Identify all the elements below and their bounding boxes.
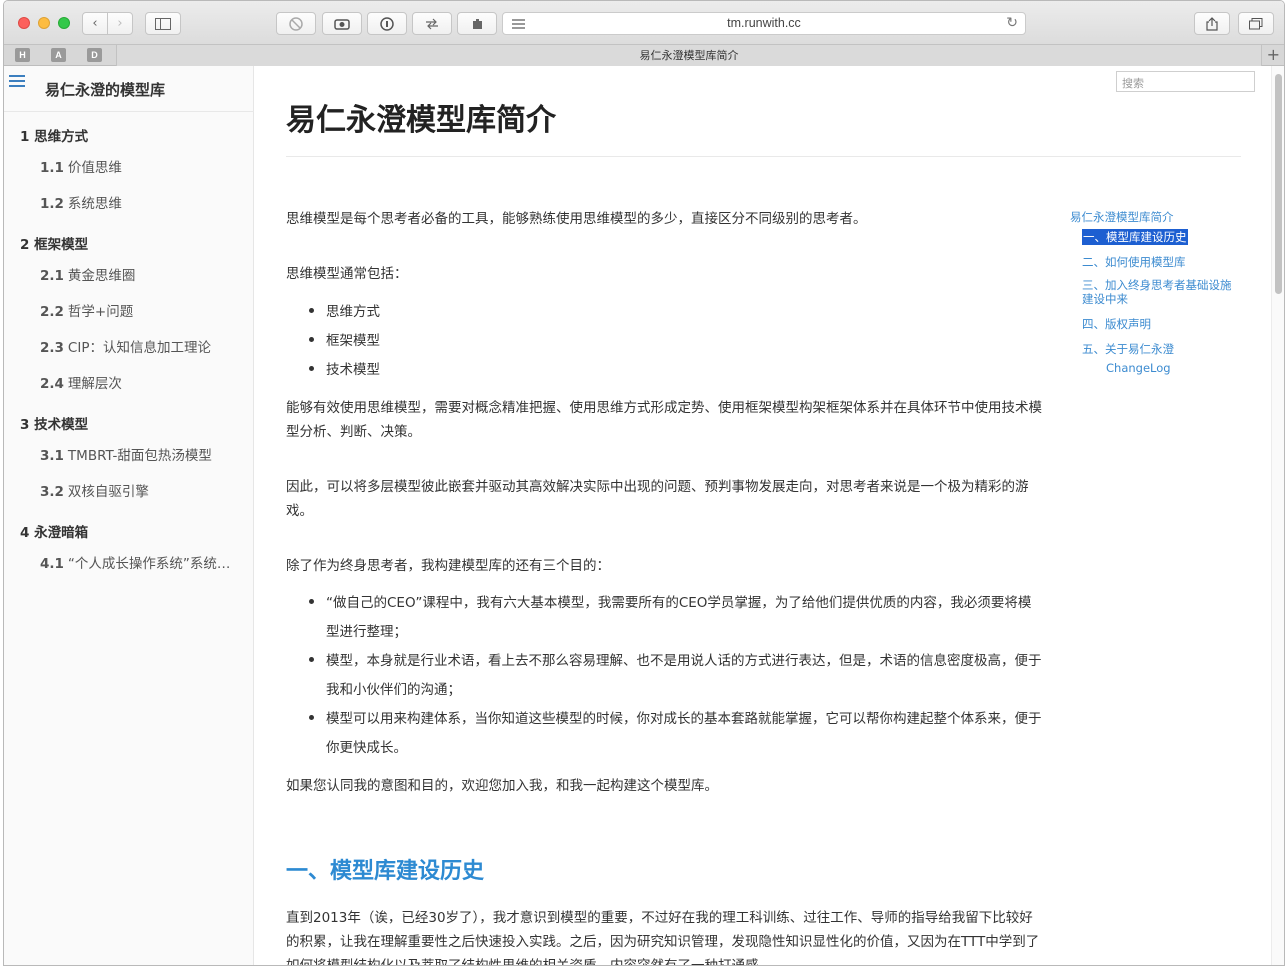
bookmark-d[interactable]: D	[87, 48, 102, 62]
list-item: 思维方式	[309, 298, 1044, 327]
paragraph-7: 直到2013年（诶，已经30岁了），我才意识到模型的重要，不过好在我的理工科训练…	[286, 910, 1040, 966]
item-label: 双核自驱引擎	[67, 484, 149, 500]
screenshot-button[interactable]	[322, 12, 362, 35]
tabs-icon	[1249, 17, 1263, 29]
toc-item-join-cont[interactable]: 建设中来	[1082, 291, 1128, 307]
info-button[interactable]	[367, 12, 407, 35]
bookmark-h[interactable]: H	[15, 48, 30, 62]
main-content: 搜索 易仁永澄模型库简介 思维模型是每个思考者必备的工具，能够熟练使用思维模型的…	[255, 66, 1274, 966]
list-item: “做自己的CEO”课程中，我有六大基本模型，我需要所有的CEO学员掌握，为了给他…	[309, 589, 1044, 647]
item-label: 理解层次	[67, 376, 122, 392]
item-number: 2.4	[40, 376, 64, 392]
zoom-window-button[interactable]	[58, 17, 70, 29]
tabs-overview-button[interactable]	[1238, 12, 1274, 35]
item-label: CIP：认知信息加工理论	[67, 340, 211, 356]
sidebar-item-4-1[interactable]: 4.1 “个人成长操作系统”系统…	[40, 552, 230, 572]
share-button[interactable]	[1194, 12, 1230, 35]
sidebar-section-1[interactable]: 1 思维方式	[20, 125, 88, 145]
toc-item-usage[interactable]: 二、如何使用模型库	[1082, 254, 1186, 270]
reload-icon[interactable]: ↻	[1006, 15, 1018, 31]
menu-icon[interactable]	[9, 75, 25, 87]
sidebar-item-3-2[interactable]: 3.2 双核自驱引擎	[40, 480, 149, 500]
info-icon	[380, 16, 394, 31]
purpose-list: “做自己的CEO”课程中，我有六大基本模型，我需要所有的CEO学员掌握，为了给他…	[309, 589, 1044, 763]
camera-icon	[334, 18, 350, 30]
sidebar-item-3-1[interactable]: 3.1 TMBRT-甜面包热汤模型	[40, 444, 212, 464]
list-item: 模型可以用来构建体系，当你知道这些模型的时候，你对成长的基本套路就能掌握，它可以…	[309, 705, 1044, 763]
browser-toolbar: ‹ › tm.runwith.cc ↻	[4, 1, 1284, 45]
share-icon	[1206, 16, 1218, 31]
sidebar-item-2-4[interactable]: 2.4 理解层次	[40, 372, 122, 392]
forward-button[interactable]: ›	[107, 12, 133, 35]
list-item: 框架模型	[309, 327, 1044, 356]
item-number: 2.1	[40, 268, 64, 284]
sidebar-icon	[155, 17, 171, 30]
sidebar-section-4[interactable]: 4 永澄暗箱	[20, 521, 88, 541]
item-number: 2.3	[40, 340, 64, 356]
page-title: 易仁永澄模型库简介	[286, 103, 556, 138]
paragraph-4: 因此，可以将多层模型彼此嵌套并驱动其高效解决实际中出现的问题、预判事物发展走向，…	[286, 479, 1029, 519]
item-label: TMBRT-甜面包热汤模型	[67, 448, 212, 464]
active-tab[interactable]: 易仁永澄模型库简介	[116, 45, 1262, 66]
transfer-button[interactable]	[412, 12, 452, 35]
extension-button[interactable]	[457, 12, 497, 35]
sidebar-toggle-button[interactable]	[145, 12, 181, 35]
item-label: 哲学+问题	[67, 304, 134, 320]
block-icon	[289, 16, 303, 31]
toc-item-changelog[interactable]: ChangeLog	[1106, 361, 1171, 375]
model-types-list: 思维方式 框架模型 技术模型	[309, 298, 1044, 385]
bookmark-a[interactable]: A	[51, 48, 66, 62]
toc-root[interactable]: 易仁永澄模型库简介	[1070, 209, 1174, 225]
item-number: 3.1	[40, 448, 64, 464]
chevron-left-icon: ‹	[92, 16, 98, 31]
sidebar-item-1-2[interactable]: 1.2 系统思维	[40, 192, 122, 212]
back-button[interactable]: ‹	[82, 12, 108, 35]
arrows-icon	[426, 18, 438, 29]
title-divider	[286, 156, 1241, 157]
sidebar-item-2-2[interactable]: 2.2 哲学+问题	[40, 300, 133, 320]
toc-item-about[interactable]: 五、关于易仁永澄	[1082, 341, 1174, 357]
item-number: 4.1	[40, 556, 64, 572]
scrollbar-thumb[interactable]	[1275, 74, 1282, 294]
new-tab-button[interactable]: +	[1267, 45, 1280, 65]
sidebar: 易仁永澄的模型库 1 思维方式 1.1 价值思维 1.2 系统思维 2 框架模型 2…	[4, 66, 254, 965]
paragraph-3: 能够有效使用思维模型，需要对概念精准把握、使用思维方式形成定势、使用框架模型构架…	[286, 400, 1042, 440]
address-bar[interactable]: tm.runwith.cc ↻	[502, 12, 1026, 35]
item-label: 黄金思维圈	[67, 268, 136, 284]
item-number: 1.2	[40, 196, 64, 212]
item-number: 2.2	[40, 304, 64, 320]
list-item: 模型，本身就是行业术语，看上去不那么容易理解、也不是用说人话的方式进行表达，但是…	[309, 647, 1044, 705]
tab-bar: H A D 易仁永澄模型库简介 +	[4, 45, 1284, 66]
sidebar-divider	[4, 111, 254, 112]
section-heading-history: 一、模型库建设历史	[286, 859, 485, 884]
paragraph-1: 思维模型是每个思考者必备的工具，能够熟练使用思维模型的多少，直接区分不同级别的思…	[286, 211, 867, 227]
sidebar-section-3[interactable]: 3 技术模型	[20, 413, 88, 433]
url-text: tm.runwith.cc	[727, 16, 801, 30]
item-label: 价值思维	[67, 160, 122, 176]
paragraph-5: 除了作为终身思考者，我构建模型库的还有三个目的：	[286, 558, 610, 574]
item-label: 系统思维	[67, 196, 122, 212]
paragraph-2: 思维模型通常包括：	[286, 266, 408, 282]
sidebar-section-2[interactable]: 2 框架模型	[20, 233, 88, 253]
paragraph-6: 如果您认同我的意图和目的，欢迎您加入我，和我一起构建这个模型库。	[286, 778, 718, 794]
toc-item-history[interactable]: 一、模型库建设历史	[1082, 229, 1188, 245]
puzzle-icon	[473, 18, 482, 29]
sidebar-item-2-1[interactable]: 2.1 黄金思维圈	[40, 264, 135, 284]
toc-item-copyright[interactable]: 四、版权声明	[1082, 316, 1151, 332]
item-label: “个人成长操作系统”系统…	[67, 556, 231, 572]
page-scrollbar[interactable]	[1271, 66, 1284, 965]
item-number: 1.1	[40, 160, 64, 176]
minimize-window-button[interactable]	[38, 17, 50, 29]
browser-window: ‹ › tm.runwith.cc ↻ H A D 易仁永澄模型库简介 + 易仁…	[3, 0, 1285, 966]
sidebar-item-1-1[interactable]: 1.1 价值思维	[40, 156, 122, 176]
chevron-right-icon: ›	[117, 16, 123, 31]
item-number: 3.2	[40, 484, 64, 500]
sidebar-item-2-3[interactable]: 2.3 CIP：认知信息加工理论	[40, 336, 211, 356]
sidebar-title[interactable]: 易仁永澄的模型库	[45, 79, 165, 100]
search-input[interactable]: 搜索	[1116, 71, 1255, 92]
block-button[interactable]	[276, 12, 316, 35]
list-item: 技术模型	[309, 356, 1044, 385]
close-window-button[interactable]	[18, 17, 30, 29]
